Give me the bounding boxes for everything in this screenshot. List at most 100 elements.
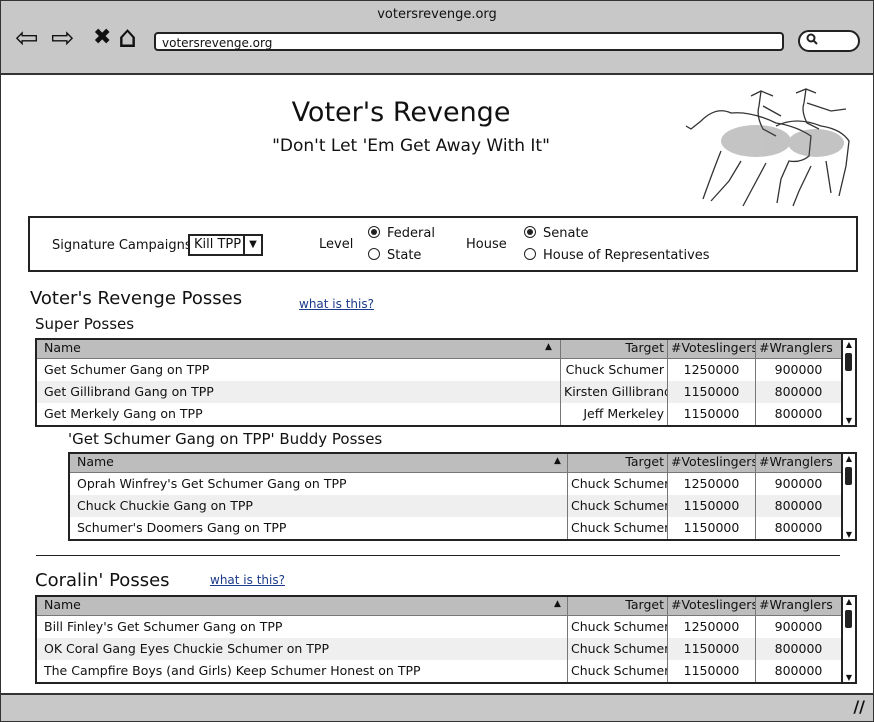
table-row[interactable]: OK Coral Gang Eyes Chuckie Schumer on TP… — [37, 638, 841, 660]
status-bar: // — [1, 693, 873, 721]
super-posses-table: Name ▲ Target #Voteslingers #Wranglers G… — [35, 338, 857, 427]
stop-icon[interactable]: ✖ — [93, 23, 111, 53]
resize-grip-icon[interactable]: // — [853, 697, 865, 716]
column-header-wranglers[interactable]: #Wranglers — [755, 340, 841, 358]
table-header: Name ▲ Target #Voteslingers #Wranglers — [70, 454, 841, 473]
column-header-voteslingers[interactable]: #Voteslingers — [667, 597, 755, 615]
cell-wranglers: 800000 — [755, 660, 841, 682]
browser-window: votersrevenge.org ⇦ ⇨ ✖ ⌂ votersrevenge.… — [0, 0, 874, 722]
page-title: Voter's Revenge — [291, 97, 511, 128]
house-radio-senate[interactable]: Senate — [524, 226, 589, 241]
cell-name: Get Gillibrand Gang on TPP — [44, 384, 214, 399]
scroll-up-icon[interactable]: ▲ — [843, 454, 855, 463]
what-is-this-link[interactable]: what is this? — [299, 297, 374, 311]
table-row[interactable]: Schumer's Doomers Gang on TPP Chuck Schu… — [70, 517, 841, 539]
table-row[interactable]: Get Schumer Gang on TPP Chuck Schumer 12… — [37, 359, 841, 381]
back-icon[interactable]: ⇦ — [15, 23, 38, 53]
cell-wranglers: 800000 — [755, 403, 841, 425]
buddy-posses-heading: 'Get Schumer Gang on TPP' Buddy Posses — [68, 430, 383, 448]
table-header: Name ▲ Target #Voteslingers #Wranglers — [37, 340, 841, 359]
browser-chrome: votersrevenge.org ⇦ ⇨ ✖ ⌂ votersrevenge.… — [1, 1, 873, 75]
filter-panel: Signature Campaigns: Kill TPP ▼ Level Fe… — [28, 216, 858, 272]
cowboy-riders-illustration — [681, 81, 861, 215]
sort-up-icon[interactable]: ▲ — [554, 599, 561, 609]
scroll-down-icon[interactable]: ▼ — [843, 673, 855, 682]
table-row[interactable]: Get Gillibrand Gang on TPP Kirsten Gilli… — [37, 381, 841, 403]
column-header-target[interactable]: Target — [560, 340, 667, 358]
cell-voteslingers: 1150000 — [667, 660, 755, 682]
cell-name: OK Coral Gang Eyes Chuckie Schumer on TP… — [44, 641, 329, 656]
search-box[interactable] — [798, 30, 860, 52]
chevron-down-icon[interactable]: ▼ — [243, 236, 261, 254]
scroll-up-icon[interactable]: ▲ — [843, 340, 855, 349]
posses-heading: Voter's Revenge Posses — [30, 288, 243, 309]
radio-empty-icon — [524, 248, 536, 260]
signature-campaigns-label: Signature Campaigns: — [52, 238, 197, 253]
table-row[interactable]: Oprah Winfrey's Get Schumer Gang on TPP … — [70, 473, 841, 495]
cell-target: Chuck Schumer — [560, 359, 667, 381]
column-header-target[interactable]: Target — [567, 454, 667, 472]
scroll-thumb[interactable] — [845, 610, 852, 628]
cell-voteslingers: 1150000 — [667, 517, 755, 539]
cell-name: Get Merkely Gang on TPP — [44, 406, 203, 421]
column-header-name[interactable]: Name — [41, 597, 541, 615]
column-header-target[interactable]: Target — [567, 597, 667, 615]
column-header-name[interactable]: Name — [74, 454, 544, 472]
cell-voteslingers: 1150000 — [667, 638, 755, 660]
table-row[interactable]: The Campfire Boys (and Girls) Keep Schum… — [37, 660, 841, 682]
radio-label: Senate — [543, 226, 589, 241]
radio-label: Federal — [387, 226, 435, 241]
sort-up-icon[interactable]: ▲ — [554, 456, 561, 466]
table-row[interactable]: Chuck Chuckie Gang on TPP Chuck Schumer … — [70, 495, 841, 517]
level-radio-state[interactable]: State — [368, 248, 421, 263]
column-header-voteslingers[interactable]: #Voteslingers — [667, 454, 755, 472]
table-header: Name ▲ Target #Voteslingers #Wranglers — [37, 597, 841, 616]
scroll-up-icon[interactable]: ▲ — [843, 597, 855, 606]
cell-target: Kirsten Gillibrand — [560, 381, 667, 403]
cell-wranglers: 800000 — [755, 638, 841, 660]
column-header-voteslingers[interactable]: #Voteslingers — [667, 340, 755, 358]
cell-target: Chuck Schumer — [567, 495, 667, 517]
house-label: House — [466, 237, 507, 252]
scroll-thumb[interactable] — [845, 467, 852, 485]
column-header-wranglers[interactable]: #Wranglers — [755, 454, 841, 472]
campaign-select[interactable]: Kill TPP ▼ — [188, 234, 263, 256]
table-row[interactable]: Get Merkely Gang on TPP Jeff Merkeley 11… — [37, 403, 841, 425]
radio-selected-icon — [524, 226, 536, 238]
table-scrollbar[interactable]: ▲ ▼ — [841, 597, 855, 682]
search-icon — [806, 33, 818, 48]
what-is-this-link[interactable]: what is this? — [210, 573, 285, 587]
cell-voteslingers: 1150000 — [667, 381, 755, 403]
address-bar[interactable]: votersrevenge.org — [154, 32, 784, 51]
cell-voteslingers: 1250000 — [667, 359, 755, 381]
table-scrollbar[interactable]: ▲ ▼ — [841, 454, 855, 539]
cell-name: Schumer's Doomers Gang on TPP — [77, 520, 287, 535]
scroll-down-icon[interactable]: ▼ — [843, 530, 855, 539]
page-subtitle: "Don't Let 'Em Get Away With It" — [272, 136, 550, 156]
coralin-posses-table: Name ▲ Target #Voteslingers #Wranglers B… — [35, 595, 857, 684]
radio-empty-icon — [368, 248, 380, 260]
cell-name: Bill Finley's Get Schumer Gang on TPP — [44, 619, 283, 634]
forward-icon[interactable]: ⇨ — [51, 23, 74, 53]
cell-target: Chuck Schumer — [567, 616, 667, 638]
buddy-posses-table: Name ▲ Target #Voteslingers #Wranglers O… — [68, 452, 857, 541]
cell-wranglers: 800000 — [755, 381, 841, 403]
table-row[interactable]: Bill Finley's Get Schumer Gang on TPP Ch… — [37, 616, 841, 638]
column-header-name[interactable]: Name — [41, 340, 541, 358]
radio-label: House of Representatives — [543, 248, 710, 263]
cell-wranglers: 800000 — [755, 495, 841, 517]
scroll-thumb[interactable] — [845, 353, 852, 371]
cell-wranglers: 900000 — [755, 616, 841, 638]
scroll-down-icon[interactable]: ▼ — [843, 416, 855, 425]
cell-voteslingers: 1150000 — [667, 495, 755, 517]
table-scrollbar[interactable]: ▲ ▼ — [841, 340, 855, 425]
cell-wranglers: 900000 — [755, 473, 841, 495]
level-radio-federal[interactable]: Federal — [368, 226, 435, 241]
cell-target: Chuck Schumer — [567, 473, 667, 495]
cell-name: The Campfire Boys (and Girls) Keep Schum… — [44, 663, 421, 678]
cell-target: Chuck Schumer — [567, 517, 667, 539]
column-header-wranglers[interactable]: #Wranglers — [755, 597, 841, 615]
home-icon[interactable]: ⌂ — [118, 23, 137, 53]
sort-up-icon[interactable]: ▲ — [545, 342, 552, 352]
house-radio-representatives[interactable]: House of Representatives — [524, 248, 710, 263]
